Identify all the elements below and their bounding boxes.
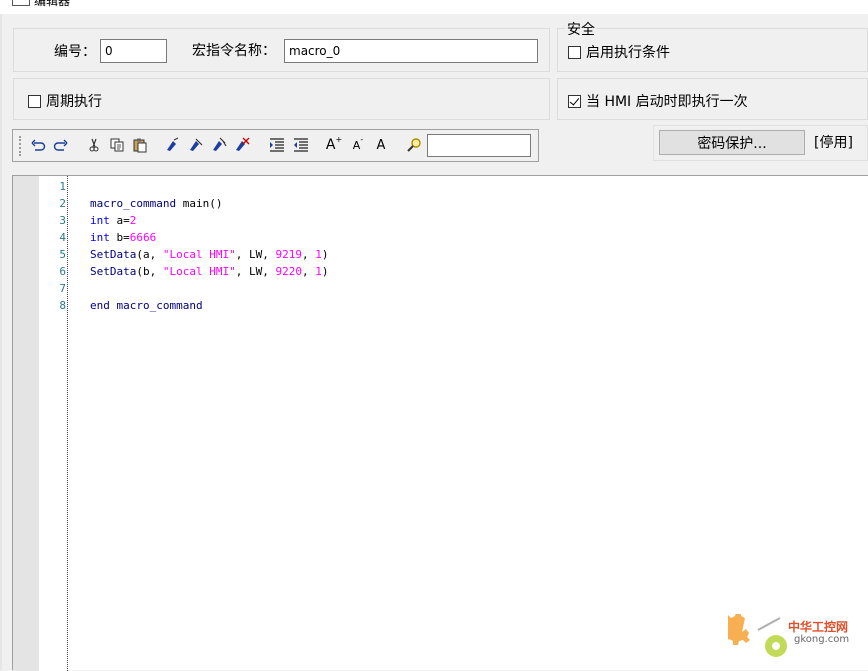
code-token: , [301, 265, 316, 278]
run-on-startup-label: 当 HMI 启动时即执行一次 [586, 94, 748, 110]
code-token: main() [176, 197, 223, 210]
security-group-title: 安全 [565, 19, 597, 39]
line-number: 8 [59, 299, 66, 312]
code-token: (a, [136, 248, 163, 261]
code-line[interactable]: int b=6666 [90, 229, 156, 246]
macro-name-label: 宏指令名称： [192, 43, 276, 59]
macro-name-input[interactable] [284, 39, 538, 63]
line-number: 1 [59, 180, 66, 193]
font-decrease-icon[interactable]: A- [348, 135, 368, 155]
font-increase-icon[interactable]: A + [324, 135, 344, 155]
find-icon[interactable] [404, 135, 424, 155]
security-group: 启用执行条件 [557, 28, 868, 72]
font-decrease-label: A [352, 138, 361, 152]
indent-icon[interactable] [267, 135, 287, 155]
code-token: int [90, 231, 110, 244]
bookmark-toggle-icon[interactable] [163, 135, 183, 155]
periodic-checkbox[interactable] [28, 95, 41, 108]
code-token: a= [109, 214, 130, 227]
window-icon [12, 0, 30, 6]
toolbar-search-input[interactable] [427, 134, 531, 157]
code-token: 9219 [275, 248, 302, 261]
code-line[interactable]: SetData(b, "Local HMI", LW, 9220, 1) [90, 263, 328, 280]
number-label: 编号： [54, 44, 96, 60]
macro-identity-group: 编号： 宏指令名称： [13, 28, 550, 72]
copy-icon[interactable] [107, 135, 127, 155]
run-on-startup-checkbox[interactable] [568, 95, 581, 108]
line-number: 2 [59, 197, 66, 210]
line-number: 5 [59, 248, 66, 261]
password-status: [停用] [814, 135, 853, 151]
line-number: 6 [59, 265, 66, 278]
bookmark-clear-icon[interactable] [232, 135, 252, 155]
fold-margin-line [67, 176, 68, 671]
editor-gutter-margin [13, 176, 39, 671]
code-token: SetData [90, 265, 137, 278]
font-reset-label: A [376, 137, 386, 153]
code-token: ) [321, 248, 329, 261]
window-left-edge [0, 14, 2, 670]
password-protect-button[interactable]: 密码保护... [659, 130, 805, 155]
code-token: ) [321, 265, 329, 278]
paste-icon[interactable] [130, 135, 150, 155]
code-token: "Local HMI" [162, 248, 236, 261]
code-token: 2 [129, 214, 137, 227]
code-line[interactable]: macro_command main() [90, 195, 222, 212]
code-token: 9220 [275, 265, 302, 278]
code-token: , LW, [235, 248, 276, 261]
code-token: end [90, 299, 110, 312]
font-increase-label: A [325, 137, 336, 153]
line-number: 4 [59, 231, 66, 244]
code-token: (b, [136, 265, 163, 278]
watermark-domain: gkong.com [794, 634, 850, 645]
editor-toolbar: A + A- A [12, 129, 539, 162]
outdent-icon[interactable] [291, 135, 311, 155]
font-reset-icon[interactable]: A [371, 135, 391, 155]
code-token: 6666 [129, 231, 157, 244]
toolbar-grip[interactable] [19, 136, 23, 156]
code-token: , LW, [235, 265, 276, 278]
code-token: SetData [90, 248, 137, 261]
startup-group: 当 HMI 启动时即执行一次 [557, 78, 868, 120]
code-token: 1 [315, 248, 322, 261]
line-number: 3 [59, 214, 66, 227]
code-line[interactable]: end macro_command [90, 297, 203, 314]
line-number: 7 [59, 282, 66, 295]
code-line[interactable]: int a=2 [90, 212, 136, 229]
code-token: b= [109, 231, 130, 244]
number-input[interactable] [100, 39, 167, 63]
bookmark-next-icon[interactable] [209, 135, 229, 155]
window-title: 编辑器 [34, 0, 71, 8]
enable-condition-label: 启用执行条件 [586, 45, 670, 61]
watermark-brand: 中华工控网 [788, 620, 849, 634]
undo-icon[interactable] [28, 135, 48, 155]
code-token: macro_command [90, 197, 177, 210]
gkong-watermark: 中华工控网 gkong.com [728, 608, 868, 670]
window-titlebar: 编辑器 [0, 0, 868, 14]
code-token: macro_command [116, 299, 203, 312]
code-token: 1 [315, 265, 322, 278]
enable-condition-checkbox[interactable] [568, 46, 581, 59]
line-number-gutter: 1 2 3 4 5 6 7 8 [39, 176, 66, 671]
bookmark-prev-icon[interactable] [186, 135, 206, 155]
redo-icon[interactable] [51, 135, 71, 155]
code-editor[interactable]: 12345678 macro_command main() int a=2 int … [12, 175, 868, 671]
code-line[interactable]: SetData(a, "Local HMI", LW, 9219, 1) [90, 246, 328, 263]
code-token: , [301, 248, 316, 261]
periodic-label: 周期执行 [46, 94, 102, 110]
code-token: "Local HMI" [162, 265, 236, 278]
cut-icon[interactable] [84, 135, 104, 155]
periodic-group: 周期执行 [13, 78, 550, 120]
code-token: int [90, 214, 110, 227]
